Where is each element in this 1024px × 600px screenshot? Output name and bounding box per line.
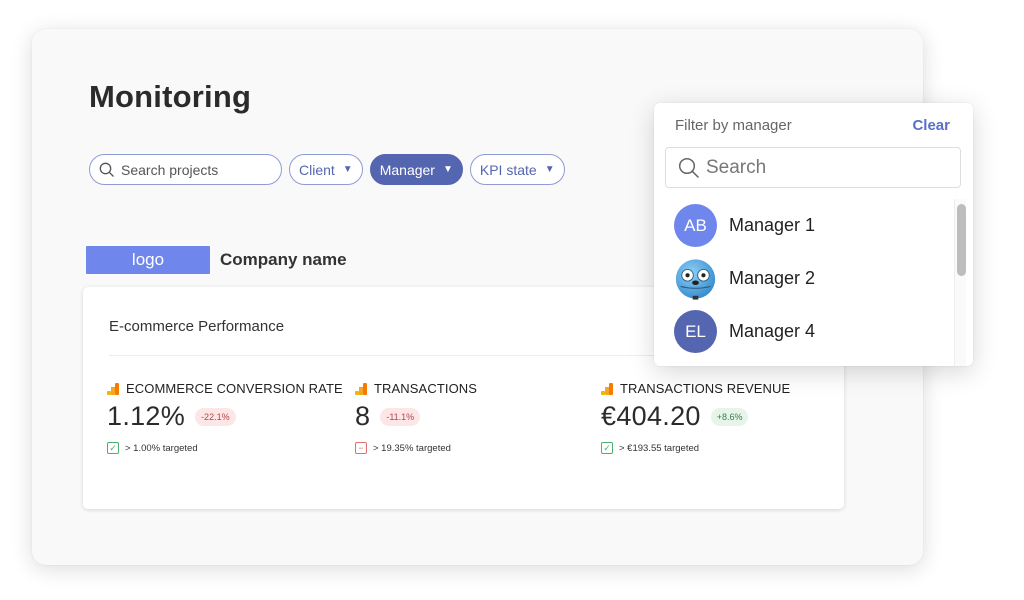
manager-option[interactable]: EL Manager 4 <box>654 305 956 358</box>
caret-down-icon: ▼ <box>442 164 453 175</box>
search-icon <box>99 162 114 177</box>
analytics-icon <box>107 382 119 395</box>
kpi-conversion-rate: ECOMMERCE CONVERSION RATE 1.12% -22.1% ✓… <box>107 381 343 454</box>
delta-badge: -22.1% <box>195 407 236 426</box>
search-icon <box>678 157 700 178</box>
search-projects-input[interactable]: Search projects <box>89 154 282 185</box>
check-icon: ✓ <box>107 442 119 454</box>
manager-search-placeholder: Search <box>706 156 767 178</box>
dropdown-scrollbar[interactable] <box>954 199 966 366</box>
kpi-transactions-revenue: TRANSACTIONS REVENUE €404.20 +8.6% ✓ > €… <box>601 381 790 454</box>
manager-filter-label: Manager <box>379 161 435 178</box>
kpi-target: > 1.00% targeted <box>125 442 198 454</box>
card-title: E-commerce Performance <box>109 318 285 335</box>
robot-avatar-icon <box>675 258 716 300</box>
company-name: Company name <box>220 250 347 269</box>
manager-option[interactable]: AB Manager 1 <box>654 199 956 252</box>
manager-name: Manager 2 <box>729 268 816 288</box>
manager-filter-chip[interactable]: Manager ▼ <box>369 154 463 185</box>
manager-name: Manager 1 <box>729 215 816 235</box>
clear-button[interactable]: Clear <box>912 117 950 134</box>
analytics-icon <box>601 382 613 395</box>
kpi-target: > 19.35% targeted <box>373 442 451 454</box>
page-title: Monitoring <box>89 79 252 114</box>
minus-icon: − <box>355 442 367 454</box>
manager-list: AB Manager 1 Manager 2 EL Manager 4 <box>654 199 956 366</box>
kpi-target: > €193.55 targeted <box>619 442 700 454</box>
analytics-icon <box>355 382 367 395</box>
manager-search-input[interactable]: Search <box>665 147 961 188</box>
check-icon: ✓ <box>601 442 613 454</box>
manager-name: Manager 4 <box>729 321 816 341</box>
avatar <box>674 257 717 300</box>
manager-filter-dropdown: Filter by manager Clear Search AB Manage… <box>654 103 973 366</box>
caret-down-icon: ▼ <box>544 164 555 175</box>
avatar: AB <box>674 204 717 247</box>
search-projects-placeholder: Search projects <box>121 161 219 178</box>
company-logo: logo <box>86 246 210 274</box>
scrollbar-thumb[interactable] <box>957 204 966 276</box>
manager-option[interactable]: Manager 2 <box>654 252 956 305</box>
kpi-state-filter-label: KPI state <box>479 161 537 178</box>
caret-down-icon: ▼ <box>342 164 353 175</box>
kpi-value: €404.20 <box>601 401 701 431</box>
kpi-state-filter-chip[interactable]: KPI state ▼ <box>469 154 565 185</box>
kpi-value: 1.12% <box>107 401 186 431</box>
client-filter-label: Client <box>299 161 335 178</box>
filter-bar: Search projects Client ▼ Manager ▼ KPI s… <box>89 154 565 185</box>
dropdown-title: Filter by manager <box>675 117 792 134</box>
client-filter-chip[interactable]: Client ▼ <box>289 154 363 185</box>
delta-badge: -11.1% <box>380 407 421 426</box>
kpi-label: TRANSACTIONS <box>374 381 478 396</box>
kpi-label: ECOMMERCE CONVERSION RATE <box>126 381 343 396</box>
kpi-label: TRANSACTIONS REVENUE <box>620 381 791 396</box>
kpi-value: 8 <box>355 401 371 431</box>
avatar: EL <box>674 310 717 353</box>
delta-badge: +8.6% <box>710 407 749 426</box>
kpi-transactions: TRANSACTIONS 8 -11.1% − > 19.35% targete… <box>355 381 477 454</box>
